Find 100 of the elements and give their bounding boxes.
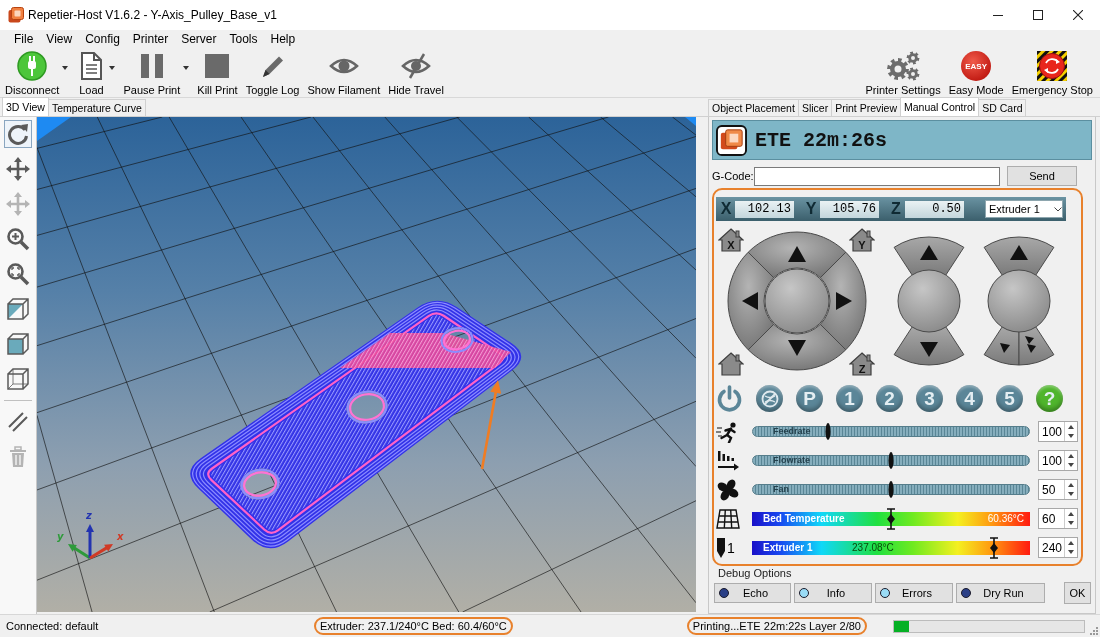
fast-extrude-jog-segment[interactable] bbox=[1018, 325, 1055, 366]
center-jog-button[interactable] bbox=[764, 268, 829, 334]
wireframe-view-tool[interactable] bbox=[4, 365, 32, 393]
status-text: Connected: default bbox=[5, 619, 100, 634]
axis-name: Y bbox=[804, 200, 818, 218]
home-button[interactable] bbox=[718, 350, 744, 376]
down-arrow-icon[interactable] bbox=[1068, 434, 1074, 439]
debug-toggle-button[interactable]: Echo bbox=[714, 583, 791, 603]
down-arrow-icon[interactable] bbox=[1068, 521, 1074, 526]
menu-item[interactable]: Server bbox=[175, 30, 223, 47]
fan-off-icon bbox=[760, 389, 779, 408]
house-icon bbox=[849, 228, 875, 252]
close-icon bbox=[1073, 10, 1083, 20]
view-tab[interactable]: 3D View bbox=[2, 97, 49, 116]
up-arrow-icon[interactable] bbox=[1068, 453, 1074, 458]
front-view-tool[interactable] bbox=[4, 330, 32, 358]
down-arrow-icon[interactable] bbox=[1068, 492, 1074, 497]
debug-toggle-button[interactable]: Errors bbox=[875, 583, 953, 603]
value-spinbox[interactable]: 240 bbox=[1038, 537, 1078, 558]
temperature-marker[interactable] bbox=[886, 507, 896, 530]
easy-logo: EASY bbox=[961, 51, 992, 81]
up-jog-segment[interactable] bbox=[983, 236, 1055, 277]
down-arrow-icon bbox=[787, 340, 806, 356]
gears-icon bbox=[885, 51, 922, 81]
right-arrow-icon bbox=[835, 292, 852, 310]
debug-toggle-button[interactable]: Dry Run bbox=[956, 583, 1045, 603]
menu-item[interactable]: Config bbox=[79, 30, 126, 47]
ok-button[interactable]: OK bbox=[1064, 582, 1091, 604]
fan-off-button[interactable] bbox=[756, 385, 783, 412]
resize-grip-icon[interactable] bbox=[1088, 625, 1098, 635]
up-arrow-icon[interactable] bbox=[1068, 540, 1074, 545]
toolbar-button[interactable]: Pause Print bbox=[122, 51, 191, 97]
right-jog-segment[interactable] bbox=[819, 251, 866, 351]
toolbar-button[interactable]: Printer Settings bbox=[864, 51, 942, 97]
down-arrow-icon[interactable] bbox=[1068, 463, 1074, 468]
extruder-dropdown[interactable]: Extruder 1 bbox=[985, 200, 1063, 218]
down-arrow-icon bbox=[920, 342, 938, 357]
slider-track[interactable]: Fan bbox=[752, 484, 1030, 495]
maximize-icon bbox=[1033, 10, 1043, 20]
up-arrow-icon[interactable] bbox=[1068, 482, 1074, 487]
value-spinbox[interactable]: 50 bbox=[1038, 479, 1078, 500]
menu-item[interactable]: View bbox=[40, 30, 79, 47]
up-jog-segment[interactable] bbox=[893, 236, 965, 277]
debug-toggle-button[interactable]: Info bbox=[794, 583, 872, 603]
slider-thumb[interactable] bbox=[888, 481, 894, 498]
viewport-3d[interactable]: y z x bbox=[37, 117, 696, 612]
rotate-tool[interactable] bbox=[4, 120, 32, 148]
app-logo-icon bbox=[8, 7, 24, 23]
gcode-label: G-Code: bbox=[712, 170, 754, 182]
toolbar-button[interactable]: Show Filament bbox=[306, 51, 382, 97]
menu-item[interactable]: File bbox=[8, 30, 40, 47]
move-tool[interactable] bbox=[4, 155, 32, 183]
panel-tab[interactable]: SD Card bbox=[978, 99, 1027, 116]
view-tab[interactable]: Temperature Curve bbox=[47, 99, 146, 116]
slider-track[interactable]: Feedrate bbox=[752, 426, 1030, 437]
house-icon bbox=[718, 228, 744, 252]
position-field: 105.76 bbox=[820, 200, 879, 218]
up-jog-segment[interactable] bbox=[747, 231, 846, 279]
menu-item[interactable]: Help bbox=[264, 30, 302, 47]
temperature-marker[interactable] bbox=[988, 536, 999, 559]
toolbar-button[interactable]: Hide Travel bbox=[387, 51, 445, 97]
down-jog-segment[interactable] bbox=[747, 323, 846, 371]
toolbar-button[interactable]: Disconnect bbox=[4, 51, 70, 97]
caret-icon bbox=[109, 66, 116, 70]
center-jog-button[interactable] bbox=[897, 269, 961, 333]
left-jog-segment[interactable] bbox=[727, 251, 774, 351]
zoom-fit-tool[interactable] bbox=[4, 260, 32, 288]
up-arrow-icon[interactable] bbox=[1068, 424, 1074, 429]
home-button[interactable]: Z bbox=[849, 350, 875, 376]
menu-item[interactable]: Tools bbox=[223, 30, 264, 47]
nozzle-icon bbox=[716, 536, 726, 559]
home-button[interactable]: X bbox=[718, 226, 744, 252]
down-jog-segment[interactable] bbox=[893, 325, 965, 366]
toolbar-button[interactable]: EASY Easy Mode bbox=[947, 51, 1005, 97]
send-button[interactable]: Send bbox=[1007, 166, 1077, 186]
debug-options-title: Debug Options bbox=[718, 567, 793, 580]
panel-tab[interactable]: Manual Control bbox=[900, 97, 980, 116]
toolbar-button[interactable]: Kill Print bbox=[196, 51, 239, 97]
panel-tab[interactable]: Object Placement bbox=[708, 99, 799, 116]
power-icon[interactable] bbox=[716, 385, 743, 412]
menu-item[interactable]: Printer bbox=[126, 30, 175, 47]
toolbar-button[interactable]: Load bbox=[75, 51, 117, 97]
value-spinbox[interactable]: 60 bbox=[1038, 508, 1078, 529]
home-button[interactable]: Y bbox=[849, 226, 875, 252]
printed-part-drawing[interactable] bbox=[190, 300, 522, 549]
down-arrow-icon bbox=[1000, 343, 1010, 353]
toolbar-button[interactable]: Emergency Stop bbox=[1010, 51, 1094, 97]
axis-label: y bbox=[57, 531, 64, 542]
value-spinbox[interactable]: 100 bbox=[1038, 450, 1078, 471]
slider-thumb[interactable] bbox=[825, 423, 830, 440]
top-view-tool[interactable] bbox=[4, 295, 32, 323]
down-arrow-icon[interactable] bbox=[1068, 550, 1074, 555]
eye-slash-icon bbox=[401, 51, 432, 81]
toolbar-button[interactable]: Toggle Log bbox=[244, 51, 301, 97]
slider-thumb[interactable] bbox=[888, 452, 894, 469]
gcode-input[interactable] bbox=[754, 166, 1000, 186]
zoom-in-tool[interactable] bbox=[4, 225, 32, 253]
up-arrow-icon[interactable] bbox=[1068, 511, 1074, 516]
value-spinbox[interactable]: 100 bbox=[1038, 421, 1078, 442]
temperature-reading: 237.08°C bbox=[852, 542, 894, 553]
